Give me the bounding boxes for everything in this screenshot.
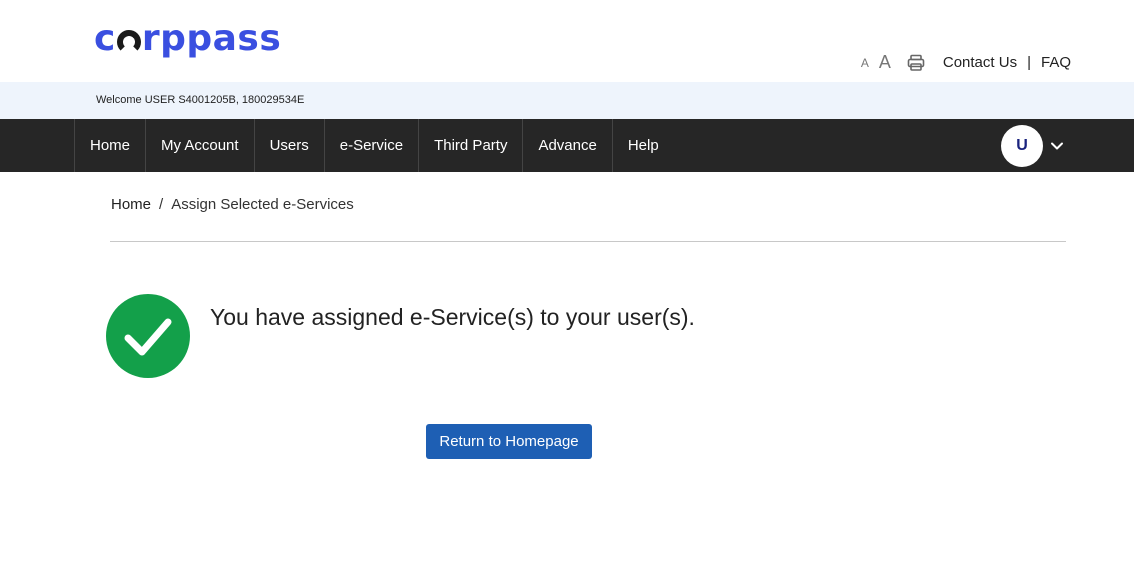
nav-item-e-service[interactable]: e-Service — [323, 119, 418, 172]
printer-icon[interactable] — [907, 54, 925, 72]
welcome-text: Welcome USER S4001205B, 180029534E — [96, 94, 305, 106]
breadcrumb-separator: / — [159, 196, 164, 213]
nav-item-advance[interactable]: Advance — [522, 119, 611, 172]
check-circle-icon — [106, 294, 190, 378]
breadcrumb-current: Assign Selected e-Services — [171, 196, 354, 213]
divider — [110, 241, 1066, 242]
breadcrumb-home[interactable]: Home — [111, 196, 151, 213]
welcome-bar: Welcome USER S4001205B, 180029534E — [0, 82, 1134, 119]
user-avatar[interactable]: U — [1001, 125, 1043, 167]
nav-item-third-party[interactable]: Third Party — [418, 119, 522, 172]
increase-font-button[interactable]: A — [879, 52, 891, 73]
contact-us-link[interactable]: Contact Us — [943, 54, 1017, 71]
faq-link[interactable]: FAQ — [1041, 54, 1071, 71]
nav-item-users[interactable]: Users — [253, 119, 324, 172]
utility-separator: | — [1027, 54, 1031, 71]
decrease-font-button[interactable]: A — [861, 56, 869, 70]
breadcrumb: Home / Assign Selected e-Services — [111, 196, 354, 213]
nav-item-help[interactable]: Help — [611, 119, 674, 172]
logo-text-start: c — [94, 18, 116, 59]
nav-items: Home My Account Users e-Service Third Pa… — [74, 119, 674, 172]
chevron-down-icon[interactable] — [1050, 139, 1064, 153]
return-to-homepage-button[interactable]: Return to Homepage — [426, 424, 592, 459]
corppass-logo[interactable]: c rppass — [94, 18, 281, 60]
success-message: You have assigned e-Service(s) to your u… — [210, 304, 695, 330]
main-navigation: Home My Account Users e-Service Third Pa… — [0, 119, 1134, 172]
header: c rppass A A Contact Us | FAQ — [0, 0, 1134, 82]
nav-item-home[interactable]: Home — [74, 119, 145, 172]
utility-links: A A Contact Us | FAQ — [861, 52, 1071, 73]
logo-o-mark — [116, 30, 141, 54]
nav-item-my-account[interactable]: My Account — [145, 119, 254, 172]
logo-text-end: rppass — [141, 18, 282, 59]
